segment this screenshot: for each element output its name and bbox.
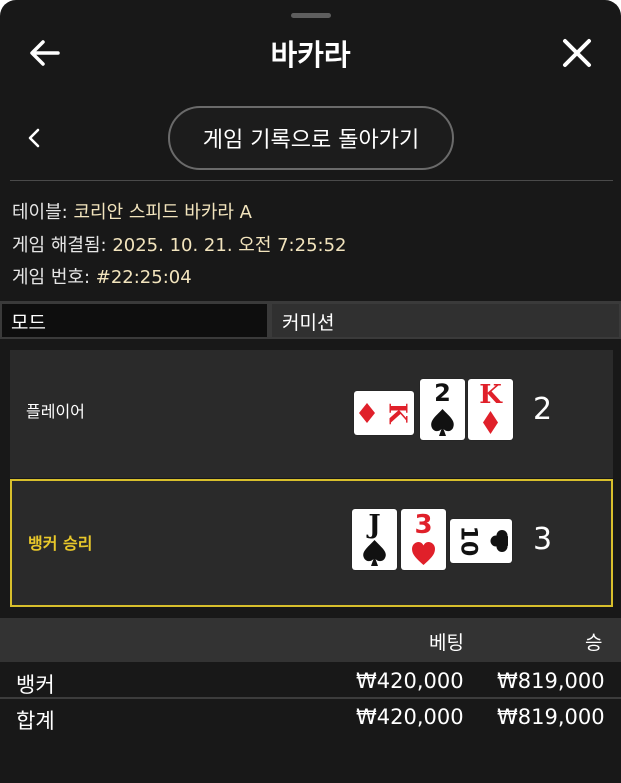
banker-score: 3 <box>533 522 553 557</box>
heart-icon: 3 <box>412 510 435 565</box>
svg-text:K: K <box>384 403 413 425</box>
history-nav: 게임 기록으로 돌아가기 <box>0 104 621 172</box>
back-to-history-button[interactable]: 게임 기록으로 돌아가기 <box>168 106 454 170</box>
resolved-label: 게임 해결됨: <box>12 235 107 256</box>
win-amount: ₩819,000 <box>497 669 605 693</box>
divider <box>10 180 613 181</box>
banker-hand: 뱅커 승리 J 3 10 3 <box>10 479 613 607</box>
game-number-value: #22:25:04 <box>90 267 192 288</box>
spade-icon: 2 <box>431 379 454 436</box>
club-icon: 10 <box>456 526 508 557</box>
player-label: 플레이어 <box>26 402 85 421</box>
banker-win-label: 뱅커 승리 <box>28 534 93 553</box>
resolved-info: 게임 해결됨: 2025. 10. 21. 오전 7:25:52 <box>12 231 347 257</box>
close-icon[interactable] <box>560 36 594 70</box>
playing-card: 3 <box>401 509 446 570</box>
diamond-icon: K <box>479 380 503 434</box>
spade-icon: J <box>363 510 386 566</box>
chevron-left-icon[interactable] <box>24 126 44 150</box>
total-label: 합계 <box>16 709 55 733</box>
svg-text:K: K <box>479 380 503 410</box>
playing-card: 2 <box>420 379 465 440</box>
table-value: 코리안 스피드 바카라 A <box>67 202 252 223</box>
sheet-grabber[interactable] <box>291 13 331 18</box>
playing-card: J <box>352 509 397 570</box>
game-number-label: 게임 번호: <box>12 267 91 288</box>
tab-mode[interactable]: 모드 <box>2 304 267 337</box>
table-info: 테이블: 코리안 스피드 바카라 A <box>12 198 252 224</box>
svg-text:J: J <box>366 510 380 540</box>
bet-type: 뱅커 <box>16 673 55 697</box>
player-hand: 플레이어 K 2 K 2 <box>10 350 613 478</box>
playing-card: K <box>354 391 414 435</box>
game-number-info: 게임 번호: #22:25:04 <box>12 263 192 289</box>
total-win-amount: ₩819,000 <box>497 705 605 729</box>
player-score: 2 <box>533 392 553 427</box>
playing-card: 10 <box>450 519 512 563</box>
bet-amount: ₩420,000 <box>356 669 464 693</box>
bet-column-header: 베팅 <box>429 632 464 654</box>
mode-tabs: 모드 커미션 <box>0 301 621 339</box>
bets-table-header: 베팅 승 <box>0 618 621 662</box>
table-label: 테이블: <box>12 202 68 223</box>
playing-card: K <box>468 379 513 440</box>
total-bet-amount: ₩420,000 <box>356 705 464 729</box>
header: 바카라 <box>0 22 621 82</box>
svg-text:3: 3 <box>414 510 432 540</box>
bottom-sheet: 바카라 게임 기록으로 돌아가기 테이블: 코리안 스피드 바카라 A 게임 해… <box>0 0 621 783</box>
table-row: 뱅커 ₩420,000 ₩819,000 <box>0 665 621 701</box>
tab-commission[interactable]: 커미션 <box>272 304 619 337</box>
table-row-total: 합계 ₩420,000 ₩819,000 <box>0 701 621 737</box>
diamond-icon: K <box>359 403 413 425</box>
win-column-header: 승 <box>585 632 603 654</box>
page-title: 바카라 <box>270 38 351 72</box>
svg-text:10: 10 <box>456 526 481 557</box>
resolved-value: 2025. 10. 21. 오전 7:25:52 <box>106 235 347 256</box>
svg-text:2: 2 <box>434 379 451 407</box>
row-divider <box>0 697 621 699</box>
